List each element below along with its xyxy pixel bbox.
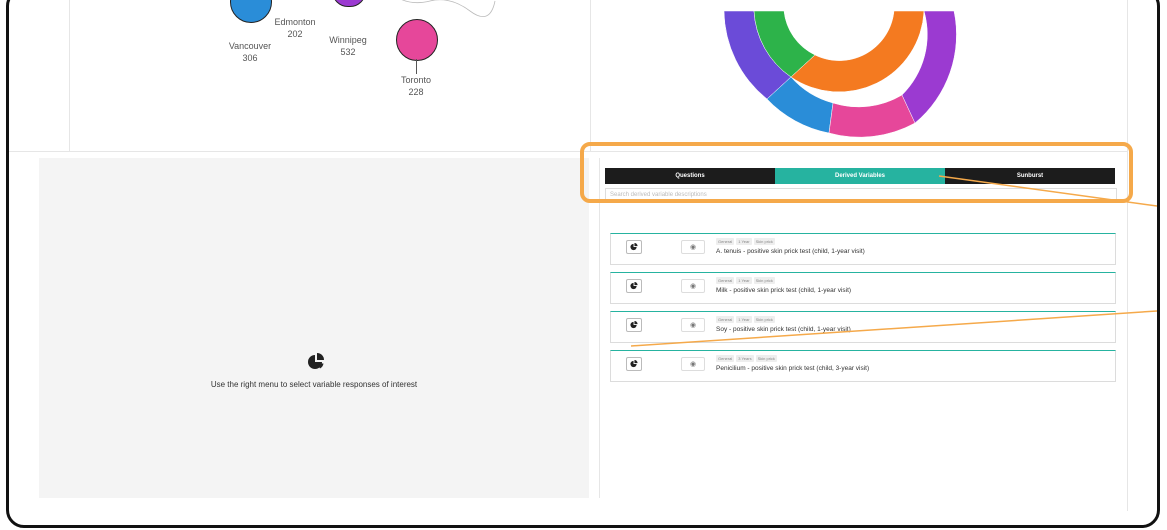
annotation-arrows [630, 175, 1157, 347]
app-frame: Vancouver 306 Edmonton 202 Winnipeg 532 … [6, 0, 1160, 528]
